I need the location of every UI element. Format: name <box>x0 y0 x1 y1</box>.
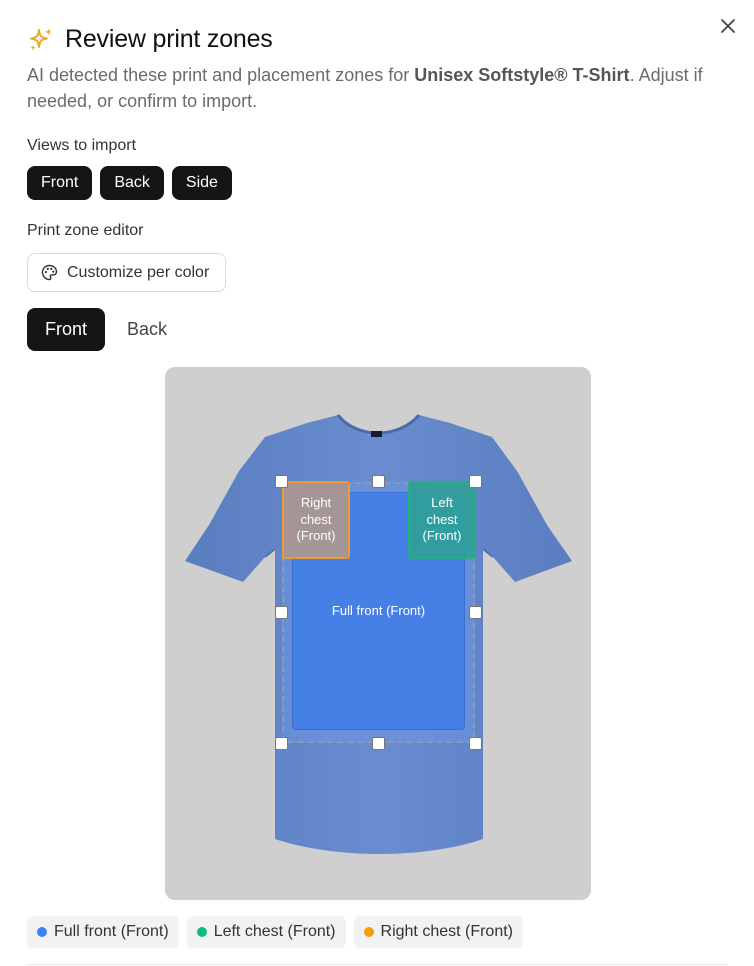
legend-item-left-chest[interactable]: Left chest (Front) <box>186 916 346 948</box>
view-tabs: Front Back <box>27 308 185 351</box>
view-chip-front[interactable]: Front <box>27 166 93 200</box>
resize-handle-top[interactable] <box>372 475 385 488</box>
view-chip-side[interactable]: Side <box>171 166 232 200</box>
sparkles-icon <box>30 28 52 50</box>
palette-icon <box>41 264 58 281</box>
close-button[interactable] <box>716 14 740 38</box>
resize-handle-top-left[interactable] <box>275 475 288 488</box>
description-prefix: AI detected these print and placement zo… <box>27 65 415 85</box>
legend-label-right-chest: Right chest (Front) <box>380 923 513 940</box>
left-chest-color-dot <box>196 927 207 937</box>
resize-handle-right[interactable] <box>469 606 482 619</box>
legend-item-right-chest[interactable]: Right chest (Front) <box>353 916 523 948</box>
right-chest-zone-label: Right chest (Front) <box>296 495 336 544</box>
left-chest-zone-label: Left chest (Front) <box>422 495 462 544</box>
product-name: Unisex Softstyle® T-Shirt <box>414 65 630 85</box>
print-zone-canvas: Full front (Front) Right chest (Front) L… <box>165 367 591 900</box>
views-to-import-label: Views to import <box>27 137 137 154</box>
zone-legend: Full front (Front) Left chest (Front) Ri… <box>27 916 523 948</box>
right-chest-color-dot <box>363 927 374 937</box>
full-front-color-dot <box>37 927 47 937</box>
resize-handle-bottom-left[interactable] <box>275 737 288 750</box>
legend-label-full-front: Full front (Front) <box>54 923 169 940</box>
resize-handle-top-right[interactable] <box>469 475 482 488</box>
tab-back[interactable]: Back <box>109 308 185 351</box>
view-chip-back[interactable]: Back <box>100 166 164 200</box>
left-chest-zone[interactable]: Left chest (Front) <box>408 481 476 559</box>
views-chip-group: Front Back Side <box>27 166 232 200</box>
customize-per-color-button[interactable]: Customize per color <box>27 253 226 292</box>
tab-front[interactable]: Front <box>27 308 106 351</box>
legend-item-full-front[interactable]: Full front (Front) <box>27 916 179 948</box>
customize-per-color-label: Customize per color <box>67 263 210 281</box>
dialog-title: Review print zones <box>65 25 273 53</box>
review-print-zones-dialog: Review print zones AI detected these pri… <box>0 0 754 966</box>
print-zone-editor-label: Print zone editor <box>27 222 144 239</box>
resize-handle-bottom-right[interactable] <box>469 737 482 750</box>
resize-handle-bottom[interactable] <box>372 737 385 750</box>
close-icon <box>721 19 735 33</box>
dialog-description: AI detected these print and placement zo… <box>27 62 737 114</box>
right-chest-zone[interactable]: Right chest (Front) <box>282 481 350 559</box>
divider <box>27 964 727 965</box>
full-front-zone-label: Full front (Front) <box>331 602 426 618</box>
resize-handle-left[interactable] <box>275 606 288 619</box>
dialog-header: Review print zones <box>27 25 273 54</box>
legend-label-left-chest: Left chest (Front) <box>213 923 336 940</box>
